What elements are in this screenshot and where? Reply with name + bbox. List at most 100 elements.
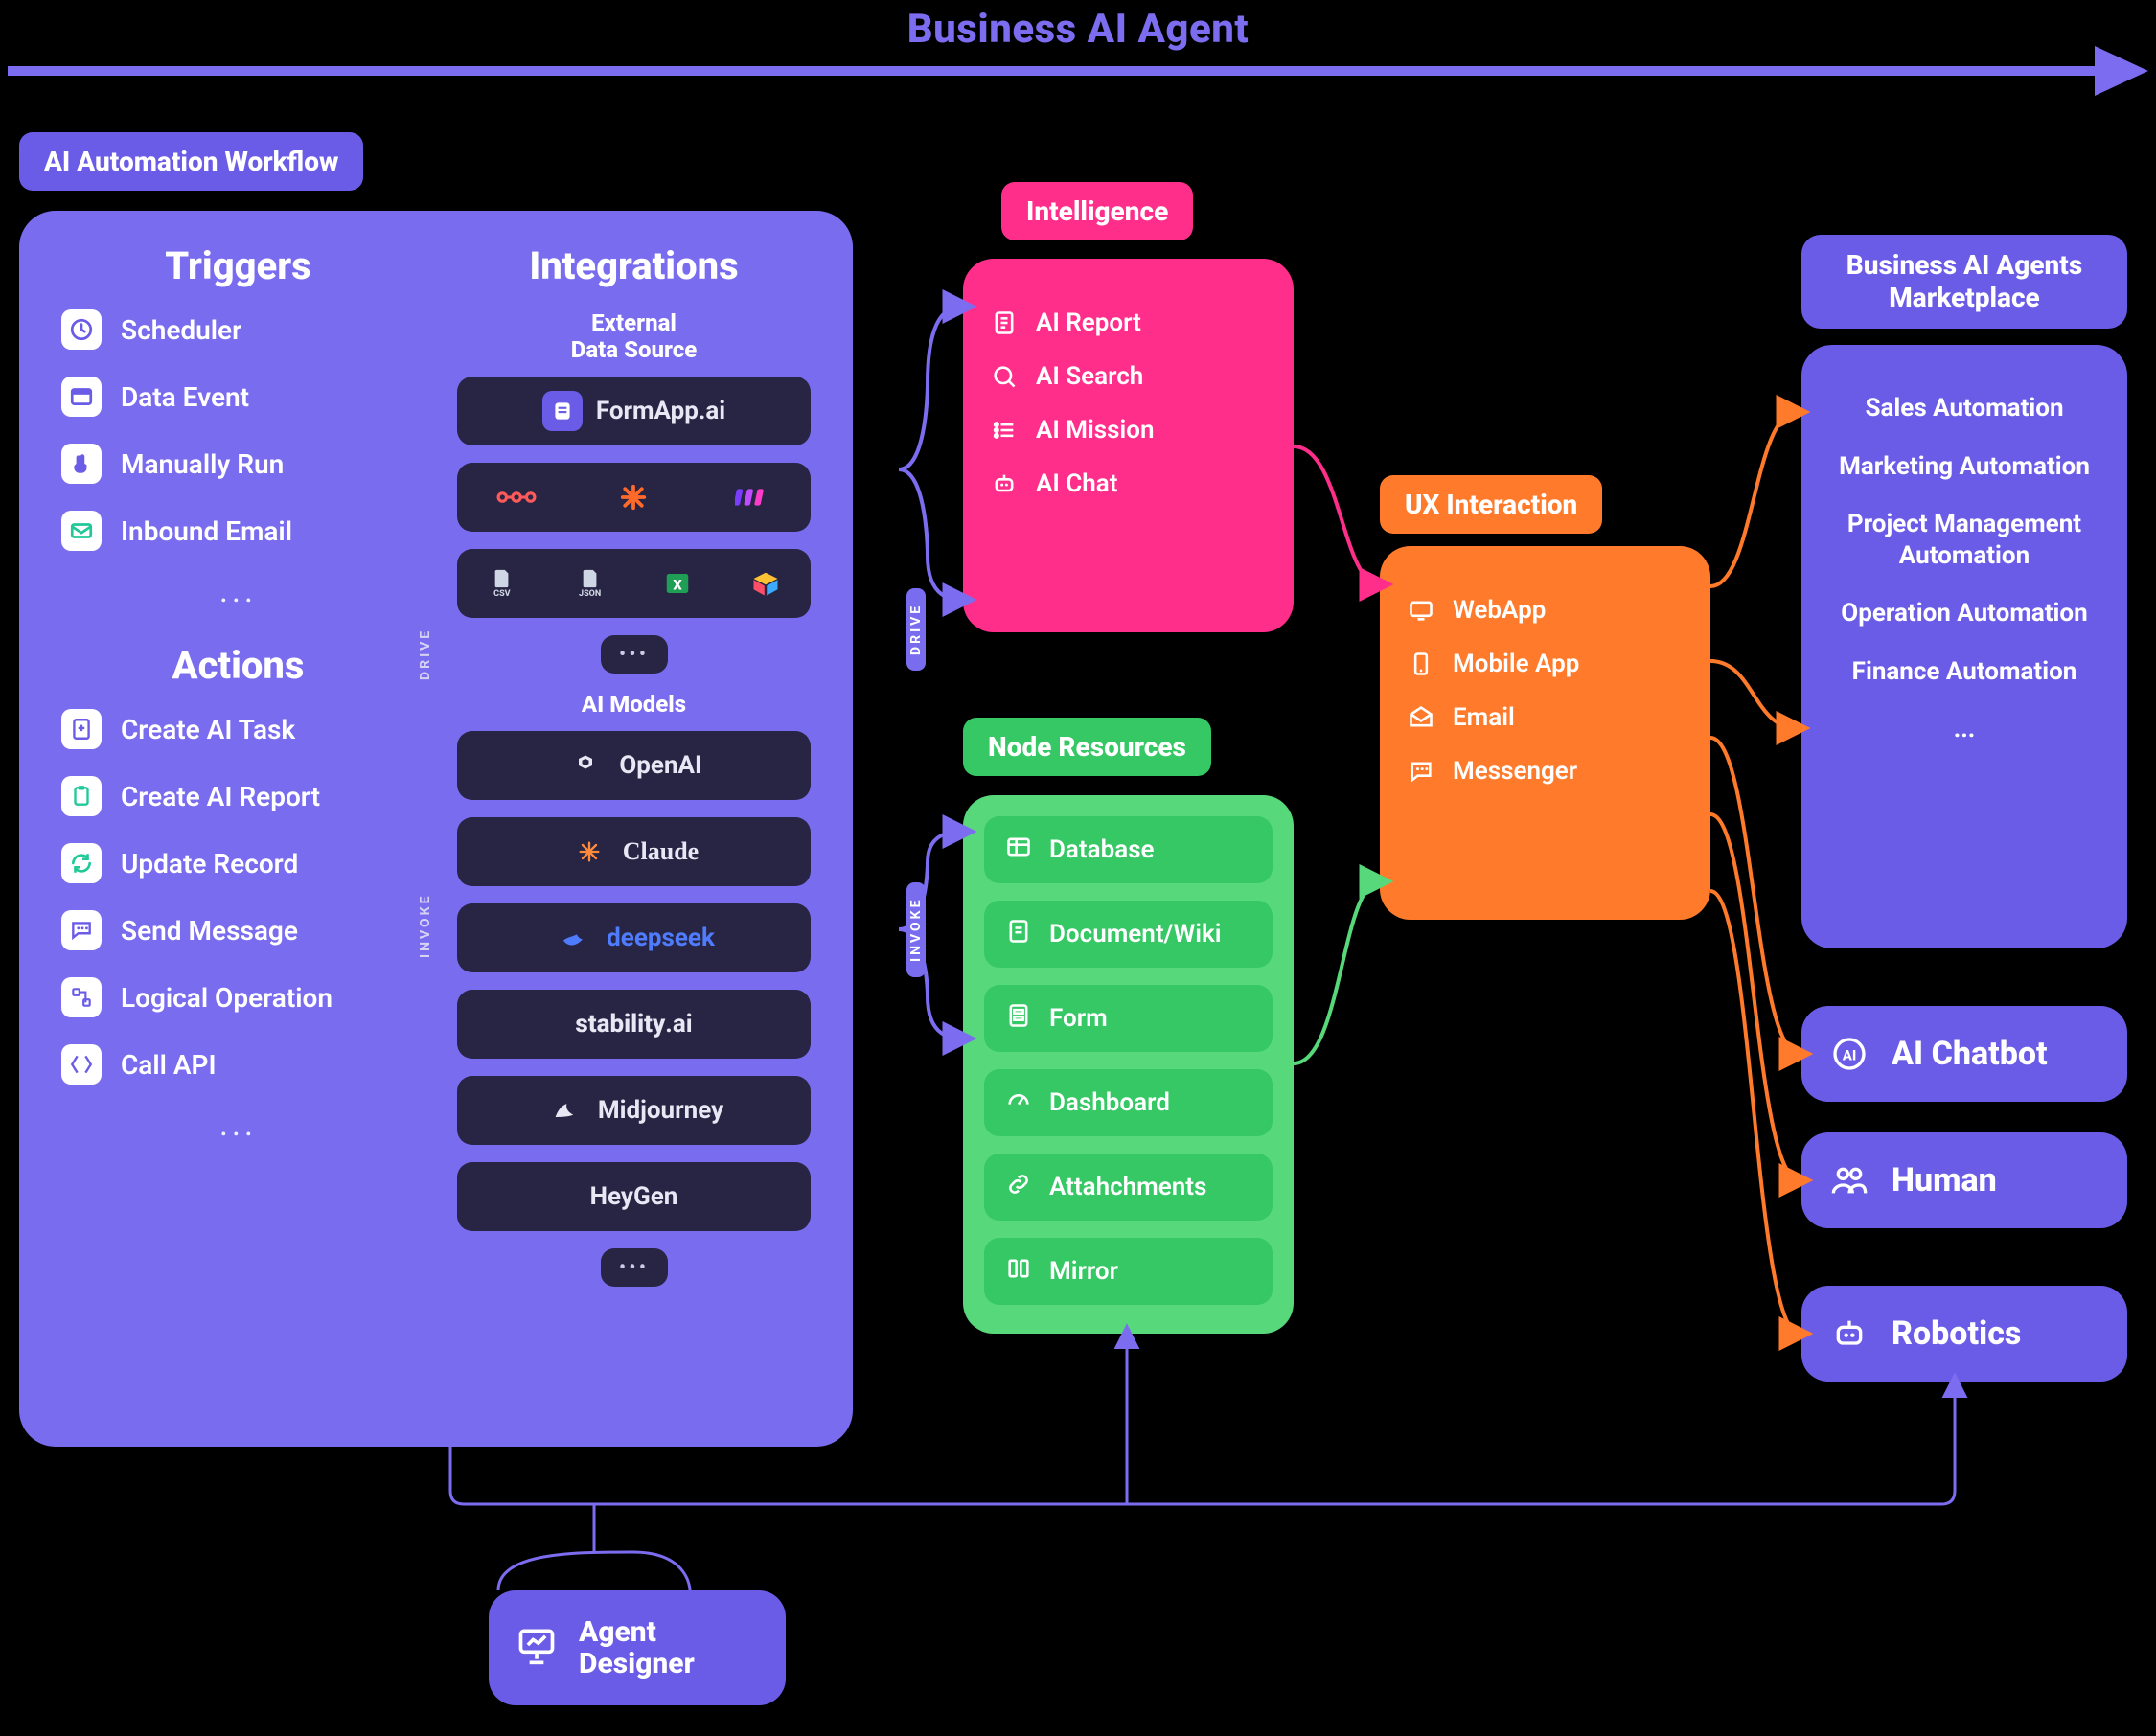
action-item: Call API [61, 1044, 415, 1085]
workflow-chip: AI Automation Workflow [19, 132, 363, 191]
node-label: Database [1049, 835, 1155, 864]
node-resources-panel: Database Document/Wiki Form Dashboard At… [963, 795, 1294, 1334]
more-actions: ... [61, 1106, 415, 1144]
table-icon [1005, 834, 1032, 867]
ux-item: WebApp [1407, 596, 1684, 625]
ux-item: Messenger [1407, 757, 1684, 786]
clipboard-icon [61, 776, 102, 816]
intel-label: AI Search [1036, 362, 1143, 391]
messenger-icon [1407, 757, 1435, 786]
triggers-title: Triggers [61, 243, 415, 288]
action-label: Call API [121, 1049, 217, 1081]
right-chatbot: AI AI Chatbot [1801, 1006, 2127, 1102]
more-models: ••• [601, 1248, 668, 1287]
node-label: Document/Wiki [1049, 920, 1222, 948]
ai-models-title: AI Models [457, 691, 811, 718]
api-icon [61, 1044, 102, 1085]
more-triggers: ... [61, 572, 415, 610]
node-item: Database [984, 816, 1273, 883]
claude-icon [569, 832, 609, 872]
deepseek-icon [553, 918, 593, 958]
airtable-icon [745, 563, 786, 604]
zapier-icon [613, 477, 654, 517]
trigger-item: Scheduler [61, 309, 415, 350]
data-event-icon [61, 377, 102, 417]
node-label: Dashboard [1049, 1088, 1170, 1117]
node-item: Mirror [984, 1238, 1273, 1305]
chat-icon [61, 910, 102, 950]
action-label: Logical Operation [121, 982, 333, 1014]
ux-label: Email [1453, 703, 1515, 732]
mail-icon [61, 511, 102, 551]
refresh-icon [61, 843, 102, 883]
invoke-label-mid: INVOKE [906, 882, 926, 977]
ai-circle-icon: AI [1828, 1033, 1870, 1075]
model-label: deepseek [607, 924, 715, 952]
search-icon [990, 362, 1019, 391]
marketplace-item: Project Management Automation [1823, 509, 2106, 571]
mail-open-icon [1407, 703, 1435, 732]
csv-icon: CSV [482, 563, 522, 604]
triggers-column: Triggers Scheduler Data Event Manually R… [61, 243, 415, 1304]
action-label: Send Message [121, 915, 298, 947]
make-icon [731, 477, 771, 517]
marketplace-item: Finance Automation [1823, 656, 2106, 688]
integration-label: FormApp.ai [596, 397, 725, 425]
more-integrations: ••• [601, 635, 668, 674]
ux-panel: WebApp Mobile App Email Messenger [1380, 546, 1710, 920]
integration-formapp: FormApp.ai [457, 377, 811, 445]
trigger-item: Manually Run [61, 444, 415, 484]
action-item: Send Message [61, 910, 415, 950]
right-robotics: Robotics [1801, 1286, 2127, 1382]
integrations-title: Integrations [457, 243, 811, 288]
report-icon [990, 308, 1019, 337]
intel-item: AI Mission [990, 416, 1267, 445]
page-title: Business AI Agent [0, 6, 2156, 53]
marketplace-item: Operation Automation [1823, 598, 2106, 629]
action-item: Logical Operation [61, 977, 415, 1017]
node-label: Attahchments [1049, 1173, 1206, 1201]
plus-doc-icon [61, 709, 102, 749]
json-icon: JSON [570, 563, 610, 604]
right-label: Robotics [1892, 1314, 2021, 1353]
invoke-label-inner: INVOKE [418, 894, 433, 958]
intel-label: AI Mission [1036, 416, 1155, 445]
drive-label-inner: DRIVE [418, 628, 433, 680]
ux-item: Email [1407, 703, 1684, 732]
action-item: Create AI Task [61, 709, 415, 749]
node-label: Mirror [1049, 1257, 1118, 1286]
agent-designer-block: AgentDesigner [489, 1590, 786, 1705]
node-item: Document/Wiki [984, 901, 1273, 968]
external-source-title: ExternalData Source [457, 309, 811, 363]
flow-icon [61, 977, 102, 1017]
action-item: Update Record [61, 843, 415, 883]
integration-row-2 [457, 463, 811, 532]
model-openai: OpenAI [457, 731, 811, 800]
trigger-label: Scheduler [121, 314, 241, 346]
intel-item: AI Search [990, 362, 1267, 391]
marketplace-item: Sales Automation [1823, 393, 2106, 424]
clock-icon [61, 309, 102, 350]
mirror-icon [1005, 1255, 1032, 1289]
trigger-label: Manually Run [121, 448, 284, 480]
action-label: Create AI Report [121, 781, 320, 812]
doc-icon [1005, 918, 1032, 951]
integration-row-3: CSV JSON X [457, 549, 811, 618]
model-label: stability.ai [575, 1010, 692, 1039]
robot-head-icon [1828, 1313, 1870, 1355]
node-label: Form [1049, 1004, 1108, 1033]
n8n-icon [496, 477, 537, 517]
action-label: Create AI Task [121, 714, 295, 745]
agent-designer-label: AgentDesigner [579, 1616, 695, 1679]
midjourney-icon [544, 1090, 585, 1131]
intel-item: AI Report [990, 308, 1267, 337]
intelligence-panel: AI Report AI Search AI Mission AI Chat [963, 259, 1294, 632]
ux-item: Mobile App [1407, 650, 1684, 678]
model-label: Claude [623, 837, 699, 866]
model-label: HeyGen [590, 1182, 678, 1211]
phone-icon [1407, 650, 1435, 678]
right-label: Human [1892, 1161, 1997, 1199]
presentation-icon [516, 1624, 558, 1673]
ux-label: WebApp [1453, 596, 1546, 625]
integrations-column: Integrations ExternalData Source FormApp… [457, 243, 811, 1304]
